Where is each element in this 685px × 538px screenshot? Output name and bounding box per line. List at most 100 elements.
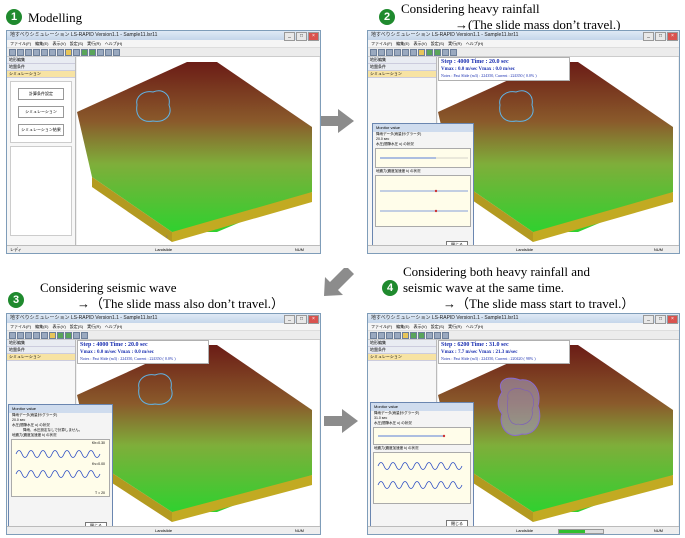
- copy-icon[interactable]: [410, 48, 417, 56]
- simulation-result-button[interactable]: シミュレーション結果: [18, 124, 64, 136]
- new-file-icon[interactable]: [370, 331, 377, 339]
- maximize-button[interactable]: □: [655, 32, 666, 41]
- close-button[interactable]: ×: [308, 32, 319, 41]
- maximize-button[interactable]: □: [655, 315, 666, 324]
- terrain-icon[interactable]: [410, 331, 417, 339]
- save-icon[interactable]: [386, 331, 393, 339]
- sidebar-item-simulation[interactable]: シミュレーション: [368, 354, 436, 361]
- view3d-icon[interactable]: [65, 331, 72, 339]
- view3d-icon[interactable]: [434, 48, 441, 56]
- menu-edit[interactable]: 編集(E): [35, 324, 48, 329]
- stop-icon[interactable]: [81, 331, 88, 339]
- maximize-button[interactable]: □: [296, 32, 307, 41]
- menu-view[interactable]: 表示(V): [52, 41, 65, 46]
- menu-run[interactable]: 実行(R): [87, 324, 101, 329]
- menu-file[interactable]: ファイル(F): [10, 324, 31, 329]
- menu-run[interactable]: 実行(R): [448, 324, 462, 329]
- minimize-button[interactable]: _: [643, 315, 654, 324]
- terrain-icon[interactable]: [81, 48, 88, 56]
- print-icon[interactable]: [394, 331, 401, 339]
- play-icon[interactable]: [97, 48, 104, 56]
- zoom-icon[interactable]: [65, 48, 72, 56]
- menu-settings[interactable]: 設定(S): [431, 324, 444, 329]
- menu-file[interactable]: ファイル(F): [371, 324, 392, 329]
- sidebar-item-terrain[interactable]: 地形編集: [368, 340, 436, 347]
- maximize-button[interactable]: □: [296, 315, 307, 324]
- sidebar-item-ground[interactable]: 地盤条件: [368, 347, 436, 354]
- close-button[interactable]: ×: [667, 315, 678, 324]
- cut-icon[interactable]: [41, 48, 48, 56]
- stop-icon[interactable]: [105, 48, 112, 56]
- save-icon[interactable]: [386, 48, 393, 56]
- simulation-button[interactable]: シミュレーション: [18, 106, 64, 118]
- open-icon[interactable]: [17, 48, 24, 56]
- menu-edit[interactable]: 編集(E): [396, 41, 409, 46]
- sidebar-item-simulation[interactable]: シミュレーション: [7, 354, 75, 361]
- new-file-icon[interactable]: [9, 48, 16, 56]
- menu-edit[interactable]: 編集(E): [396, 324, 409, 329]
- stop-icon[interactable]: [442, 331, 449, 339]
- view3d-icon[interactable]: [418, 331, 425, 339]
- rotate-icon[interactable]: [73, 48, 80, 56]
- zoom-icon[interactable]: [418, 48, 425, 56]
- zoom-icon[interactable]: [49, 331, 56, 339]
- close-button[interactable]: ×: [308, 315, 319, 324]
- play-icon[interactable]: [426, 331, 433, 339]
- zoom-icon[interactable]: [402, 331, 409, 339]
- close-button[interactable]: ×: [667, 32, 678, 41]
- play-icon[interactable]: [73, 331, 80, 339]
- menu-help[interactable]: ヘルプ(H): [466, 41, 484, 46]
- new-file-icon[interactable]: [370, 48, 377, 56]
- paste-icon[interactable]: [57, 48, 64, 56]
- menu-edit[interactable]: 編集(E): [35, 41, 48, 46]
- terrain-icon[interactable]: [57, 331, 64, 339]
- sidebar-item-ground[interactable]: 地盤条件: [368, 64, 436, 71]
- sidebar-item-ground[interactable]: 地盤条件: [7, 64, 75, 71]
- stop-icon[interactable]: [450, 48, 457, 56]
- menu-view[interactable]: 表示(V): [413, 41, 426, 46]
- print-icon[interactable]: [33, 48, 40, 56]
- view3d-icon[interactable]: [89, 48, 96, 56]
- cut-icon[interactable]: [41, 331, 48, 339]
- calc-settings-button[interactable]: 計算条件設定: [18, 88, 64, 100]
- menu-view[interactable]: 表示(V): [413, 324, 426, 329]
- help-icon[interactable]: [113, 48, 120, 56]
- minimize-button[interactable]: _: [643, 32, 654, 41]
- terrain-view[interactable]: ♁: [77, 57, 319, 245]
- open-icon[interactable]: [378, 331, 385, 339]
- open-icon[interactable]: [17, 331, 24, 339]
- sidebar-item-terrain[interactable]: 地形編集: [368, 57, 436, 64]
- menu-run[interactable]: 実行(R): [87, 41, 101, 46]
- open-icon[interactable]: [378, 48, 385, 56]
- menu-settings[interactable]: 設定(S): [70, 41, 83, 46]
- sidebar-item-terrain[interactable]: 地形編集: [7, 57, 75, 64]
- sidebar-item-simulation[interactable]: シミュレーション: [7, 71, 75, 78]
- play-icon[interactable]: [442, 48, 449, 56]
- terrain-view[interactable]: [438, 57, 678, 245]
- menu-help[interactable]: ヘルプ(H): [466, 324, 484, 329]
- sidebar-item-simulation[interactable]: シミュレーション: [368, 71, 436, 78]
- sidebar-item-ground[interactable]: 地盤条件: [7, 347, 75, 354]
- menu-help[interactable]: ヘルプ(H): [105, 41, 123, 46]
- minimize-button[interactable]: _: [284, 315, 295, 324]
- terrain-icon[interactable]: [426, 48, 433, 56]
- terrain-view[interactable]: [77, 340, 319, 526]
- copy-icon[interactable]: [49, 48, 56, 56]
- pause-icon[interactable]: [434, 331, 441, 339]
- minimize-button[interactable]: _: [284, 32, 295, 41]
- print-icon[interactable]: [394, 48, 401, 56]
- terrain-view[interactable]: [438, 340, 678, 526]
- save-icon[interactable]: [25, 48, 32, 56]
- cut-icon[interactable]: [402, 48, 409, 56]
- menu-file[interactable]: ファイル(F): [371, 41, 392, 46]
- menu-settings[interactable]: 設定(S): [431, 41, 444, 46]
- save-icon[interactable]: [25, 331, 32, 339]
- sidebar-item-terrain[interactable]: 地形編集: [7, 340, 75, 347]
- menu-file[interactable]: ファイル(F): [10, 41, 31, 46]
- print-icon[interactable]: [33, 331, 40, 339]
- menu-view[interactable]: 表示(V): [52, 324, 65, 329]
- new-file-icon[interactable]: [9, 331, 16, 339]
- menu-run[interactable]: 実行(R): [448, 41, 462, 46]
- menu-help[interactable]: ヘルプ(H): [105, 324, 123, 329]
- menu-settings[interactable]: 設定(S): [70, 324, 83, 329]
